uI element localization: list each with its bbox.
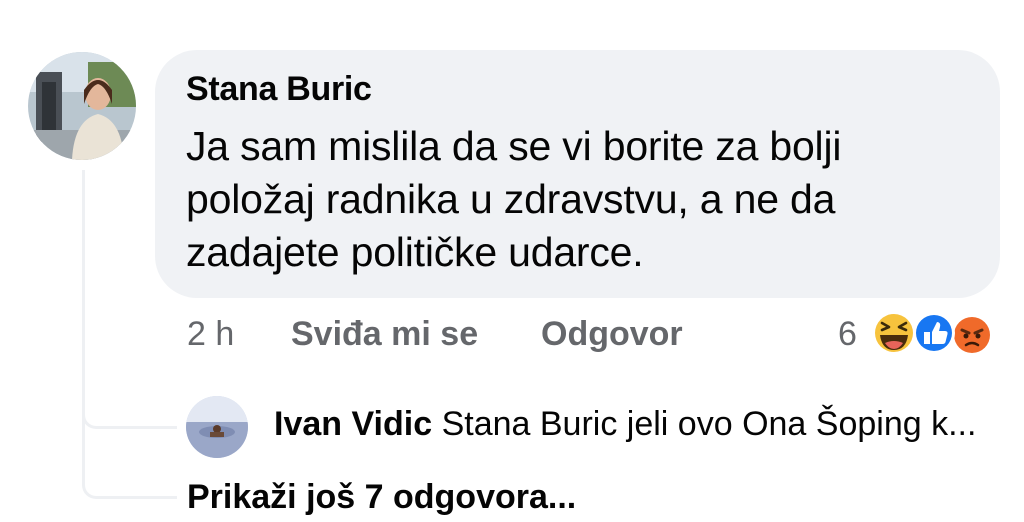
show-more-replies-link[interactable]: Prikaži još 7 odgovora... xyxy=(187,478,576,517)
thread-branch-more xyxy=(82,420,177,499)
reply-button[interactable]: Odgovor xyxy=(541,315,683,354)
comment-thread: Stana Buric Ja sam mislila da se vi bori… xyxy=(0,0,1024,522)
comment-text: Ja sam mislila da se vi borite za bolji … xyxy=(186,123,842,275)
haha-icon xyxy=(872,311,916,355)
like-icon xyxy=(913,312,955,354)
reply-text: Stana Buric jeli ovo Ona Šoping k... xyxy=(441,405,977,443)
reply-avatar-photo xyxy=(186,396,248,458)
thread-branch-reply xyxy=(82,330,177,429)
reply-author[interactable]: Ivan Vidic xyxy=(274,405,432,443)
reply-avatar[interactable] xyxy=(186,396,248,458)
comment-timestamp[interactable]: 2 h xyxy=(187,315,234,354)
reactions-summary[interactable] xyxy=(866,308,1006,358)
angry-icon xyxy=(951,314,993,356)
like-button[interactable]: Sviđa mi se xyxy=(291,315,478,354)
reaction-count[interactable]: 6 xyxy=(838,315,857,354)
reply-preview[interactable]: Ivan Vidic Stana Buric jeli ovo Ona Šopi… xyxy=(274,405,976,444)
comment-author[interactable]: Stana Buric xyxy=(186,70,372,109)
avatar[interactable] xyxy=(28,52,136,160)
avatar-photo xyxy=(28,52,136,160)
